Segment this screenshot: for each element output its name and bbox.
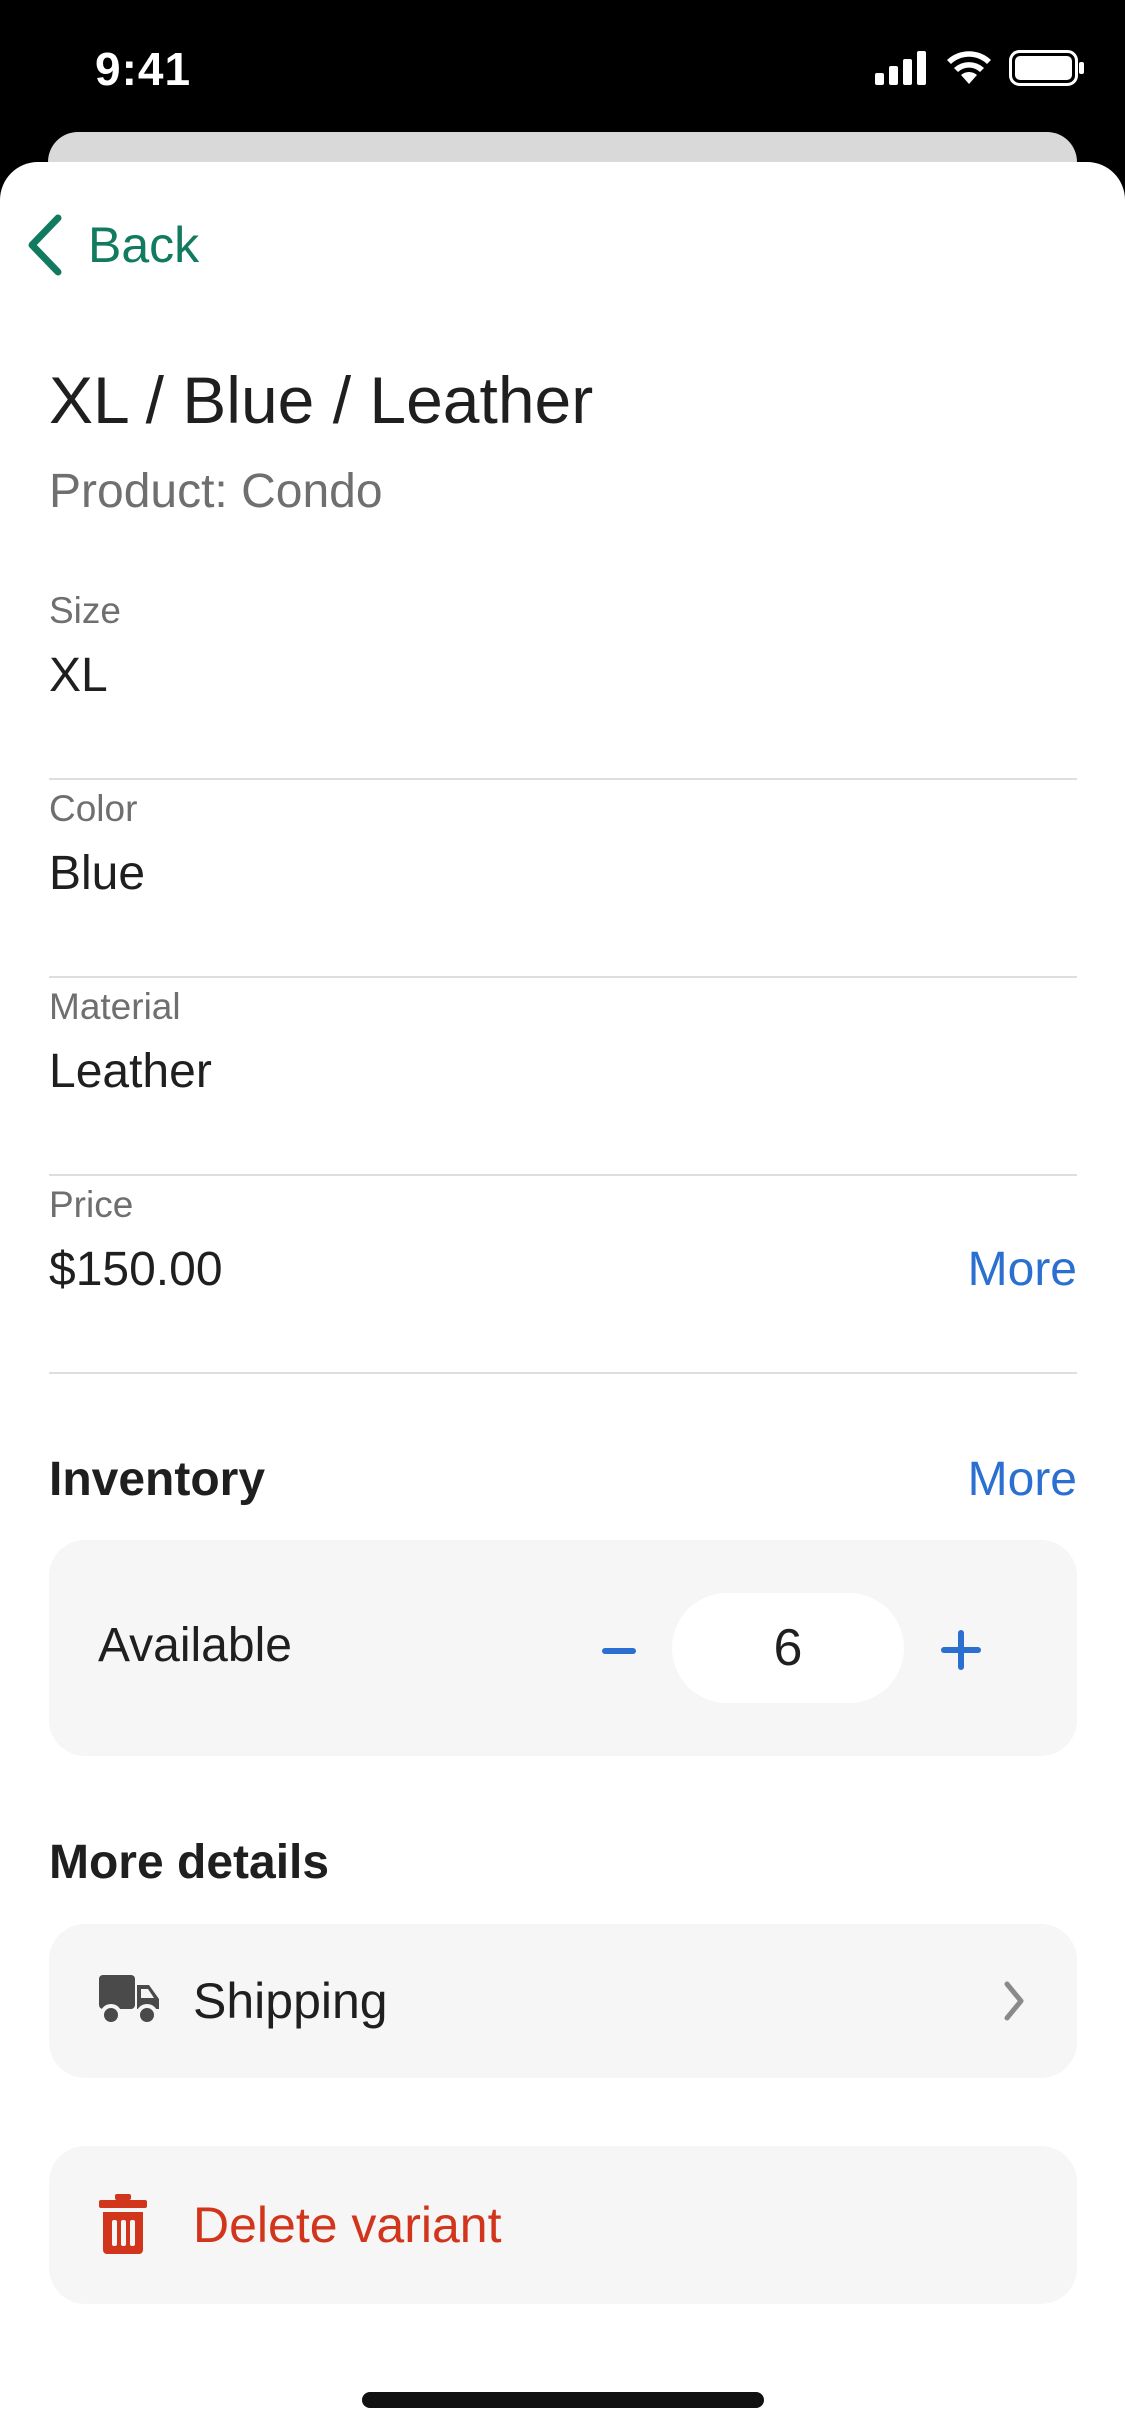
back-label: Back (88, 217, 200, 273)
delete-variant-label: Delete variant (193, 2197, 502, 2253)
price-more-link[interactable]: More (968, 1242, 1077, 1297)
inventory-more-link[interactable]: More (968, 1452, 1077, 1507)
more-details-heading: More details (49, 1836, 330, 1889)
material-value: Leather (49, 1045, 212, 1098)
decrement-button[interactable] (569, 1598, 669, 1698)
color-field[interactable]: Color Blue (49, 788, 1077, 978)
size-label: Size (49, 590, 121, 631)
color-value: Blue (49, 847, 146, 900)
page-title: XL / Blue / Leather (49, 363, 594, 437)
status-bar: 9:41 (0, 0, 1125, 140)
cellular-signal-icon (875, 51, 926, 85)
wifi-icon (947, 51, 991, 84)
price-field[interactable]: Price $150.00 More (49, 1184, 1077, 1374)
battery-icon (1009, 50, 1084, 86)
status-time: 9:41 (95, 43, 192, 95)
increment-button[interactable] (911, 1598, 1011, 1698)
chevron-right-icon (1004, 1981, 1024, 2021)
delete-variant-button[interactable]: Delete variant (49, 2146, 1077, 2304)
size-value: XL (49, 649, 108, 702)
trash-icon (99, 2194, 147, 2254)
color-label: Color (49, 788, 138, 829)
inventory-card: Available 6 (49, 1540, 1077, 1756)
screen: 9:41 Back XL / Blue / Leather Product: C… (0, 0, 1125, 2436)
size-field[interactable]: Size XL (49, 590, 1077, 780)
product-subtitle: Product: Condo (49, 465, 383, 518)
back-button[interactable]: Back (22, 212, 199, 278)
variant-sheet: Back XL / Blue / Leather Product: Condo … (0, 162, 1125, 2436)
inventory-heading: Inventory (49, 1453, 266, 1506)
price-value: $150.00 (49, 1243, 223, 1296)
chevron-left-icon (28, 214, 62, 276)
truck-icon (99, 1975, 159, 2026)
home-indicator[interactable] (362, 2392, 764, 2408)
material-label: Material (49, 986, 181, 1027)
price-label: Price (49, 1184, 134, 1225)
quantity-value[interactable]: 6 (672, 1593, 904, 1703)
material-field[interactable]: Material Leather (49, 986, 1077, 1176)
plus-icon (941, 1630, 981, 1670)
shipping-row[interactable]: Shipping (49, 1924, 1077, 2078)
shipping-label: Shipping (193, 1973, 388, 2029)
status-icons (875, 50, 1085, 86)
available-label: Available (98, 1619, 292, 1672)
minus-icon (602, 1648, 636, 1654)
